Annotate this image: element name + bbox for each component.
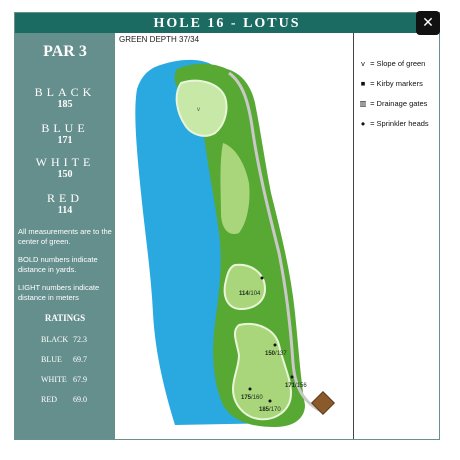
rating-name: WHITE [41, 375, 67, 384]
tee-yards-white: 150 [57, 169, 73, 180]
rating-value: 69.7 [73, 355, 87, 364]
sprinkler-head [268, 399, 272, 403]
distance-label-150: 150/137 [265, 351, 287, 357]
rating-name: RED [41, 395, 57, 404]
rating-name: BLACK [41, 335, 69, 344]
distance-meters: 156 [297, 383, 308, 389]
distance-meters: 104 [250, 291, 261, 297]
rating-value: 67.9 [73, 375, 87, 384]
legend-label: = Drainage gates [370, 99, 428, 108]
legend-label: = Sprinkler heads [370, 119, 429, 128]
tee-name-white: WHITE [35, 155, 95, 169]
sprinkler-head [248, 387, 252, 391]
distance-meters: 170 [271, 407, 282, 413]
tee-box [310, 390, 336, 416]
green-slope-mark: v [197, 107, 200, 113]
distance-label-114: 114/104 [239, 291, 261, 297]
hole-info-window: HOLE 16 - LOTUS ✕ PAR 3 BLACK 185 BLUE 1… [14, 11, 440, 440]
distance-meters: 137 [277, 351, 288, 357]
ratings-heading: RATINGS [44, 313, 86, 323]
tee-name-black: BLACK [34, 85, 96, 99]
legend-drainage: ▥ = Drainage gates [358, 99, 427, 108]
sprinkler-head [260, 276, 264, 280]
legend-label: = Slope of green [370, 59, 426, 68]
hole-layout-illustration: v 114/104 150/137 171/156 175/160 185/17… [135, 59, 336, 427]
map-legend: v = Slope of green ■ = Kirby markers ▥ =… [353, 33, 440, 439]
slope-icon: v [361, 59, 365, 68]
tee-yards-blue: 171 [57, 135, 73, 146]
distance-label-185: 185/170 [259, 407, 281, 413]
legend-sprinkler: ● = Sprinkler heads [358, 119, 429, 128]
scorecard-panel: PAR 3 BLACK 185 BLUE 171 WHITE 150 RED 1… [15, 33, 115, 439]
sprinkler-head [273, 343, 277, 347]
hole-map: v 114/104 150/137 171/156 175/160 185/17… [115, 33, 353, 439]
legend-kirby: ■ = Kirby markers [358, 79, 423, 88]
measurement-note: All measurements are to the center of gr… [18, 227, 112, 246]
distance-label-171: 171/156 [285, 383, 307, 389]
green-depth-label: GREEN DEPTH 37/34 [119, 35, 200, 44]
hole-title: HOLE 16 - LOTUS [153, 16, 301, 31]
sprinkler-head-icon: ● [360, 119, 366, 128]
par-label: PAR 3 [43, 43, 87, 60]
rating-name: BLUE [41, 355, 62, 364]
drainage-gate-icon: ▥ [359, 99, 367, 108]
kirby-marker-icon: ■ [360, 79, 366, 88]
sprinkler-head [290, 375, 294, 379]
distance-label-175: 175/160 [241, 395, 263, 401]
tee-yards-black: 185 [57, 99, 73, 110]
close-button[interactable]: ✕ [416, 11, 440, 35]
rating-value: 72.3 [73, 335, 87, 344]
legend-slope: v = Slope of green [358, 59, 425, 68]
rating-value: 69.0 [73, 395, 87, 404]
bold-note: BOLD numbers indicate distance in yards. [18, 255, 98, 274]
tee-name-blue: BLUE [41, 121, 89, 135]
distance-meters: 160 [253, 395, 264, 401]
title-bar: HOLE 16 - LOTUS [15, 13, 439, 33]
tee-yards-red: 114 [57, 205, 73, 216]
light-note: LIGHT numbers indicate distance in meter… [18, 283, 100, 302]
tee-name-red: RED [47, 191, 83, 205]
legend-label: = Kirby markers [370, 79, 423, 88]
